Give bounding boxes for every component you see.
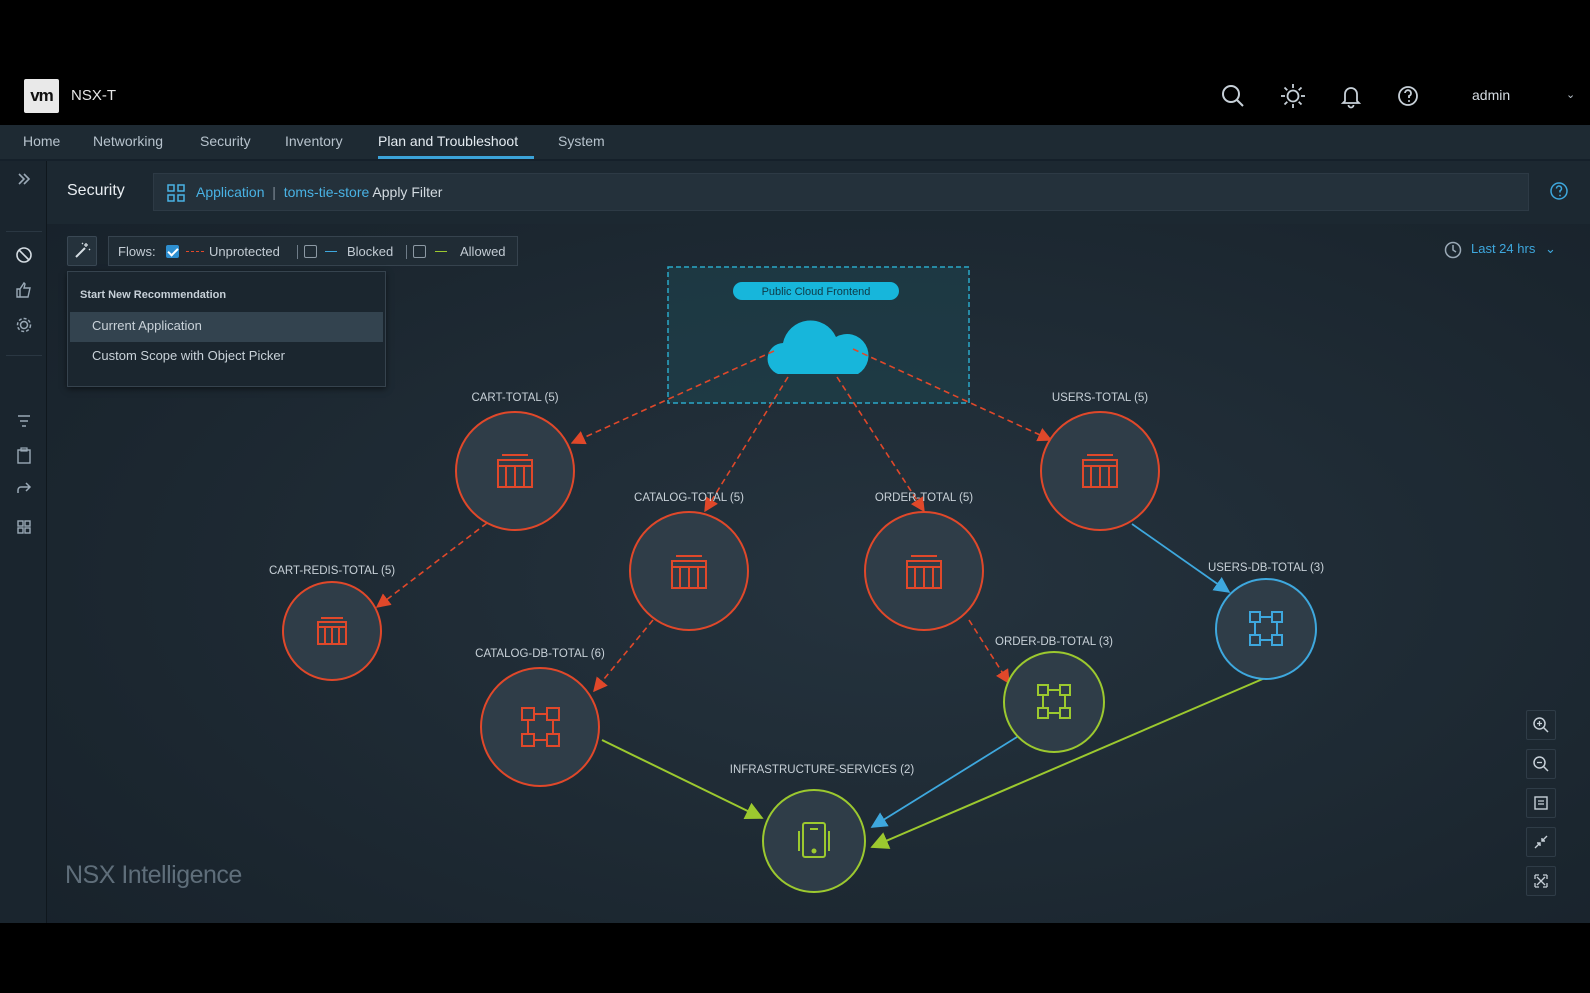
node-users-total[interactable]: USERS-TOTAL (5) [1040, 392, 1160, 531]
legend-separator [297, 245, 298, 259]
blocked-checkbox[interactable] [304, 245, 317, 258]
blocked-label: Blocked [347, 244, 394, 259]
filter-value[interactable]: toms-tie-store [284, 184, 370, 200]
blocked-legend-line [325, 251, 337, 252]
unprotected-label: Unprotected [209, 244, 280, 259]
application-icon [166, 183, 186, 203]
nav-inventory[interactable]: Inventory [285, 133, 343, 149]
menu-item-custom-scope[interactable]: Custom Scope with Object Picker [70, 342, 383, 372]
main-nav: Home Networking Security Inventory Plan … [0, 125, 1590, 161]
magic-wand-icon [75, 242, 91, 258]
product-name: NSX-T [71, 87, 116, 104]
rail-divider [6, 355, 42, 356]
flows-label: Flows: [118, 244, 156, 259]
svg-text:ORDER-TOTAL (5): ORDER-TOTAL (5) [875, 492, 973, 504]
svg-text:CART-TOTAL (5): CART-TOTAL (5) [471, 392, 558, 404]
allowed-legend-line [435, 251, 447, 252]
svg-text:INFRASTRUCTURE-SERVICES (2): INFRASTRUCTURE-SERVICES (2) [730, 764, 915, 776]
node-cart-total[interactable]: CART-TOTAL (5) [455, 392, 575, 531]
page-title: Security [67, 182, 125, 199]
svg-text:CATALOG-TOTAL (5): CATALOG-TOTAL (5) [634, 492, 744, 504]
zoom-out-icon [1533, 756, 1549, 772]
chevron-down-icon[interactable]: ⌄ [1566, 88, 1575, 101]
left-rail [0, 161, 47, 923]
theme-icon[interactable] [1279, 82, 1307, 110]
collapse-arrows-icon [1534, 835, 1548, 849]
grid-icon[interactable] [14, 517, 34, 537]
nav-system[interactable]: System [558, 133, 605, 149]
active-tab-indicator [378, 156, 534, 159]
main-canvas: Public Cloud Frontend CART-TOTAL (5) USE… [47, 161, 1590, 923]
filter-application-label[interactable]: Application [196, 184, 265, 200]
svg-text:USERS-TOTAL (5): USERS-TOTAL (5) [1052, 392, 1148, 404]
fit-view-button[interactable] [1526, 788, 1556, 818]
filter-bar[interactable]: Application | toms-tie-store Apply Filte… [153, 173, 1529, 211]
dropdown-header: Start New Recommendation [80, 289, 227, 301]
vmware-logo[interactable]: vm [24, 79, 59, 113]
bell-icon[interactable] [1337, 82, 1365, 110]
reset-view-button[interactable] [1526, 866, 1556, 896]
zoom-in-button[interactable] [1526, 710, 1556, 740]
nav-security[interactable]: Security [200, 133, 251, 149]
user-menu[interactable]: admin [1472, 87, 1510, 103]
node-infrastructure-services[interactable]: INFRASTRUCTURE-SERVICES (2) [730, 764, 915, 893]
svg-text:CATALOG-DB-TOTAL (6): CATALOG-DB-TOTAL (6) [475, 648, 605, 660]
security-shield-icon[interactable] [14, 245, 34, 265]
apply-filter-button[interactable]: Apply Filter [372, 184, 442, 200]
node-catalog-db-total[interactable]: CATALOG-DB-TOTAL (6) [475, 648, 605, 787]
node-order-total[interactable]: ORDER-TOTAL (5) [864, 492, 984, 631]
expand-chevrons-icon[interactable] [14, 169, 34, 189]
zoom-in-icon [1533, 717, 1549, 733]
filter-chip[interactable]: Application | toms-tie-store Apply Filte… [196, 184, 442, 200]
node-order-db-total[interactable]: ORDER-DB-TOTAL (3) [995, 636, 1113, 753]
flows-filter-bar: Flows: Unprotected Blocked Allowed [108, 236, 518, 266]
menu-item-current-application[interactable]: Current Application [70, 312, 383, 342]
cloud-group-label: Public Cloud Frontend [762, 286, 871, 298]
breadcrumb: Security Application | toms-tie-store Ap… [47, 161, 1590, 224]
nsx-intelligence-watermark: NSX Intelligence [65, 861, 242, 889]
flow-edge[interactable] [601, 739, 764, 819]
filter-list-icon[interactable] [14, 411, 34, 431]
allowed-label: Allowed [460, 244, 506, 259]
time-range-value: Last 24 hrs [1471, 241, 1536, 256]
fit-view-icon [1534, 796, 1548, 810]
flow-edge[interactable] [968, 619, 1010, 685]
node-users-db-total[interactable]: USERS-DB-TOTAL (3) [1208, 562, 1324, 680]
nav-home[interactable]: Home [23, 133, 60, 149]
chevron-down-icon: ⌄ [1544, 241, 1556, 256]
node-catalog-total[interactable]: CATALOG-TOTAL (5) [629, 492, 749, 631]
clock-icon[interactable] [1443, 240, 1463, 260]
unprotected-checkbox[interactable] [166, 245, 179, 258]
nav-networking[interactable]: Networking [93, 133, 163, 149]
reset-view-icon [1534, 874, 1548, 888]
flow-edge[interactable] [870, 736, 1018, 828]
rail-divider [6, 231, 42, 232]
help-icon[interactable] [1395, 82, 1423, 110]
time-range-select[interactable]: Last 24 hrs ⌄ [1471, 241, 1556, 257]
forward-arrow-icon[interactable] [14, 479, 34, 499]
node-cart-redis-total[interactable]: CART-REDIS-TOTAL (5) [269, 565, 395, 681]
clipboard-icon[interactable] [14, 446, 34, 466]
help-circle-icon[interactable] [1549, 181, 1569, 201]
recommendation-wand-button[interactable] [67, 236, 97, 266]
svg-text:ORDER-DB-TOTAL (3): ORDER-DB-TOTAL (3) [995, 636, 1113, 648]
allowed-checkbox[interactable] [413, 245, 426, 258]
flow-edge[interactable] [1131, 523, 1231, 593]
gear-icon[interactable] [14, 315, 34, 335]
unprotected-legend-line [186, 251, 204, 252]
legend-separator [406, 245, 407, 259]
svg-text:USERS-DB-TOTAL (3): USERS-DB-TOTAL (3) [1208, 562, 1324, 574]
top-header: vm NSX-T admin ⌄ [0, 76, 1590, 125]
thumbs-up-icon[interactable] [14, 280, 34, 300]
collapse-button[interactable] [1526, 827, 1556, 857]
zoom-out-button[interactable] [1526, 749, 1556, 779]
recommendation-dropdown: Start New Recommendation Current Applica… [67, 271, 386, 387]
search-icon[interactable] [1219, 82, 1247, 110]
svg-text:CART-REDIS-TOTAL (5): CART-REDIS-TOTAL (5) [269, 565, 395, 577]
nav-plan-and-troubleshoot[interactable]: Plan and Troubleshoot [378, 133, 518, 149]
